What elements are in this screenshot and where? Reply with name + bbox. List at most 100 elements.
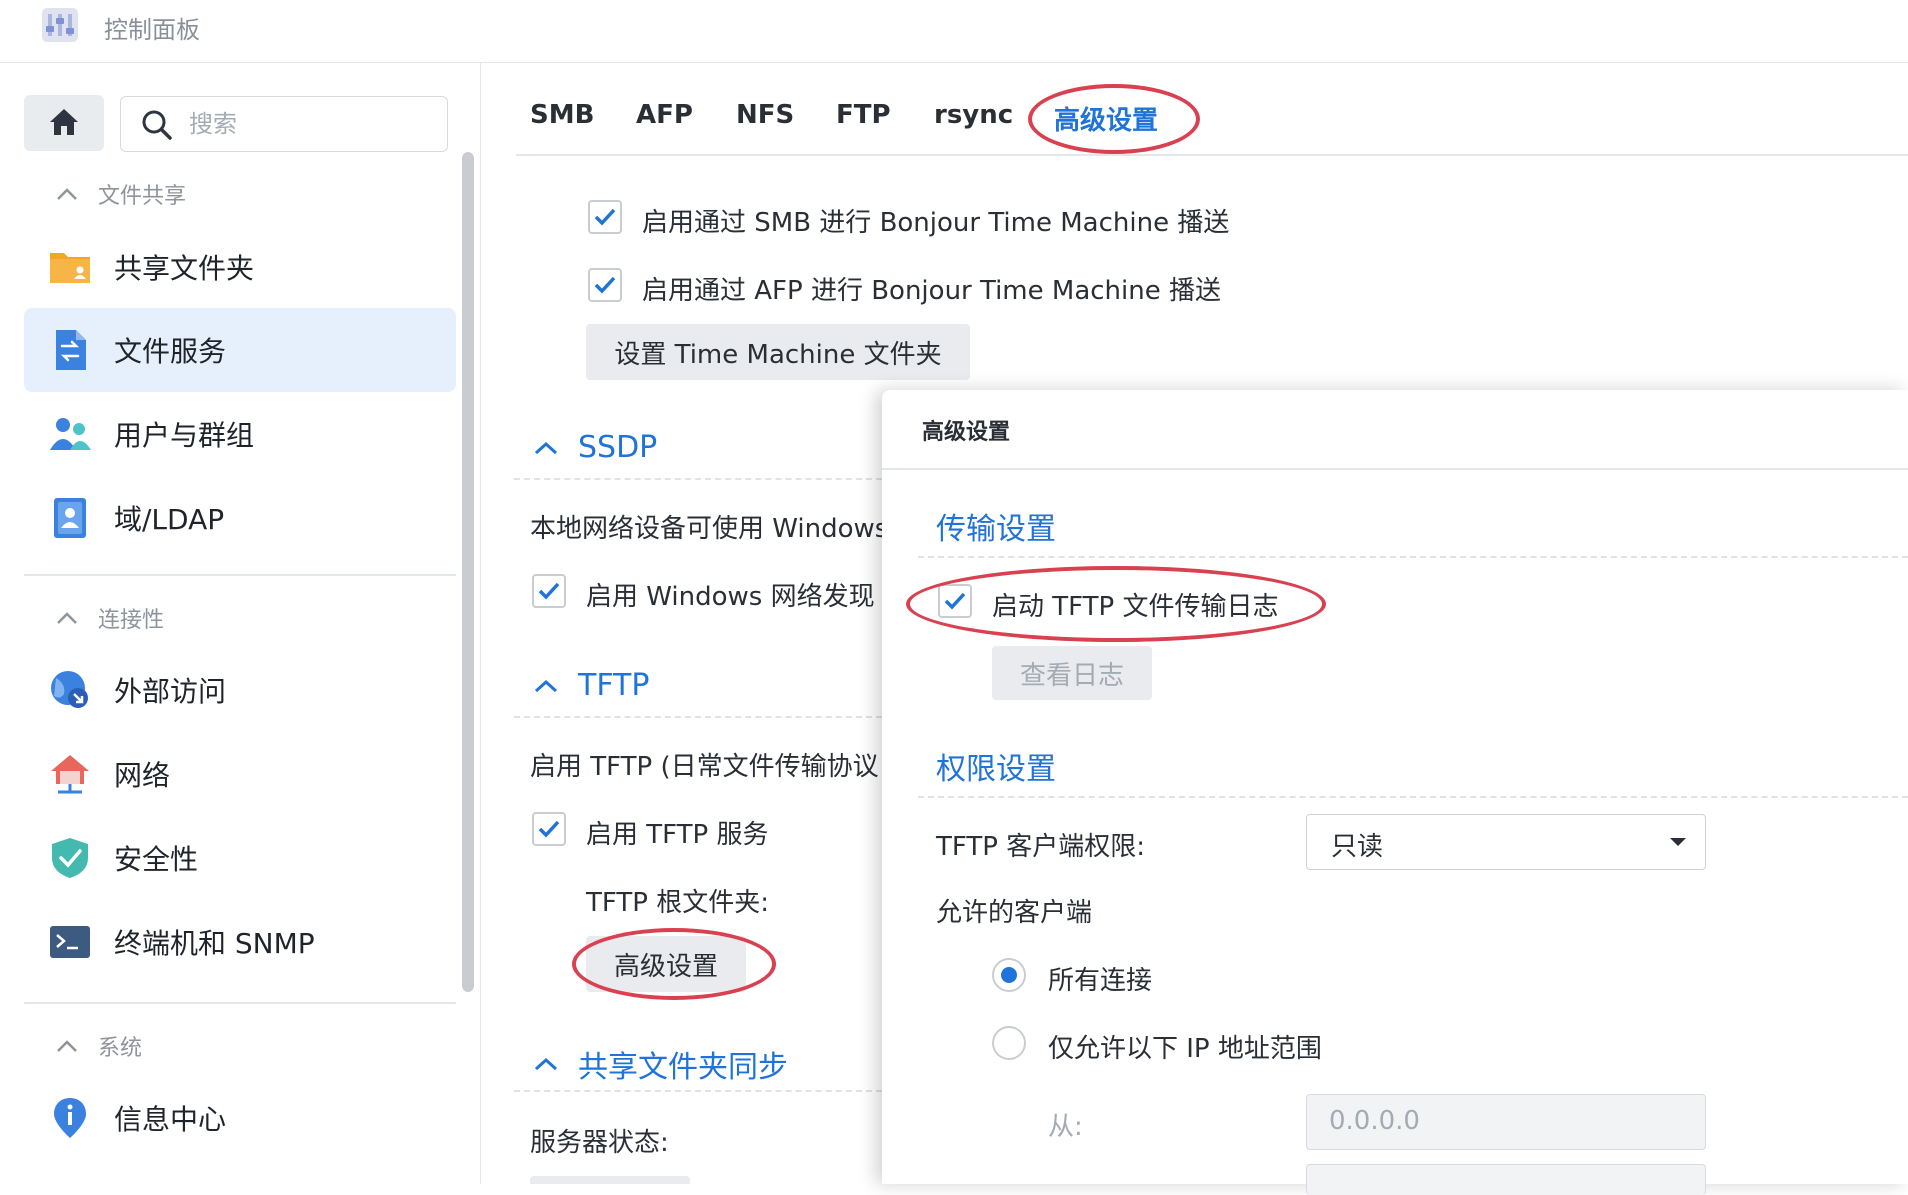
sidebar-divider <box>24 1002 456 1004</box>
server-status-label: 服务器状态: <box>530 1128 669 1158</box>
sidebar-item-security[interactable]: 安全性 <box>24 816 456 900</box>
enable-tftp-checkbox[interactable] <box>532 812 566 846</box>
chevron-up-icon <box>57 1040 77 1052</box>
sidebar-item-label: 用户与群组 <box>114 419 255 452</box>
control-panel-icon <box>42 8 78 42</box>
sidebar-item-users-groups[interactable]: 用户与群组 <box>24 392 456 476</box>
section-title: 共享文件夹同步 <box>578 1050 788 1085</box>
section-system[interactable]: 系统 <box>56 1030 142 1062</box>
tab-bar-border <box>516 154 1908 156</box>
folder-icon <box>50 253 90 283</box>
title-bar: 控制面板 <box>0 0 1908 63</box>
section-title: 系统 <box>98 1036 143 1061</box>
tm-afp-label: 启用通过 AFP 进行 Bonjour Time Machine 播送 <box>642 276 1221 306</box>
info-icon <box>54 1098 86 1138</box>
ssdp-section-header[interactable]: SSDP <box>534 430 657 465</box>
sidebar-item-label: 网络 <box>114 759 171 792</box>
tm-smb-checkbox[interactable] <box>588 200 622 234</box>
all-connections-radio[interactable] <box>992 958 1026 992</box>
section-divider <box>918 796 1908 798</box>
globe-icon <box>51 671 88 708</box>
view-log-button[interactable]: 查看日志 <box>992 646 1152 700</box>
dropdown-arrow-icon <box>1670 838 1686 846</box>
highlight-ellipse <box>572 928 776 1000</box>
section-file-sharing[interactable]: 文件共享 <box>56 178 186 210</box>
terminal-icon <box>50 926 90 958</box>
users-icon <box>50 418 91 450</box>
sync-button-partial[interactable] <box>530 1176 690 1184</box>
sidebar-item-label: 终端机和 SNMP <box>114 927 315 960</box>
sidebar-item-terminal-snmp[interactable]: 终端机和 SNMP <box>24 900 456 984</box>
time-machine-folder-button[interactable]: 设置 Time Machine 文件夹 <box>586 324 970 380</box>
section-title: SSDP <box>578 430 658 465</box>
tm-smb-label: 启用通过 SMB 进行 Bonjour Time Machine 播送 <box>642 208 1230 238</box>
checkmark-icon <box>594 208 616 226</box>
sidebar-item-domain-ldap[interactable]: 域/LDAP <box>24 476 456 560</box>
home-icon <box>50 109 78 135</box>
tab-ftp[interactable]: FTP <box>836 100 891 130</box>
enable-tftp-label: 启用 TFTP 服务 <box>586 820 769 850</box>
chevron-up-icon <box>57 188 77 200</box>
ssdp-description: 本地网络设备可使用 Windows <box>530 514 889 544</box>
from-label: 从: <box>1048 1112 1083 1142</box>
chevron-up-icon <box>534 441 558 454</box>
chevron-up-icon <box>534 679 558 692</box>
dialog-header-divider <box>882 468 1908 470</box>
advanced-settings-dialog: 高级设置 传输设置 启动 TFTP 文件传输日志 查看日志 权限设置 TFTP … <box>882 390 1908 1195</box>
sidebar-item-file-services[interactable]: 文件服务 <box>24 308 456 392</box>
network-house-icon <box>51 755 89 794</box>
sidebar-item-label: 外部访问 <box>114 675 227 708</box>
checkmark-icon <box>594 276 616 294</box>
ip-from-input[interactable]: 0.0.0.0 <box>1306 1094 1706 1150</box>
section-divider <box>918 556 1908 558</box>
tab-rsync[interactable]: rsync <box>934 100 1013 130</box>
section-divider <box>514 1090 882 1092</box>
windows-discovery-checkbox[interactable] <box>532 574 566 608</box>
tftp-description: 启用 TFTP (日常文件传输协议 <box>530 752 879 782</box>
allowed-clients-label: 允许的客户端 <box>936 898 1093 928</box>
tab-smb[interactable]: SMB <box>530 100 594 130</box>
search-box[interactable] <box>120 96 448 152</box>
tab-nfs[interactable]: NFS <box>736 100 794 130</box>
directory-icon <box>54 498 86 538</box>
sidebar-item-label: 共享文件夹 <box>114 252 255 285</box>
select-value: 只读 <box>1331 832 1384 862</box>
sidebar-item-label: 文件服务 <box>114 335 227 368</box>
ip-from-value: 0.0.0.0 <box>1329 1106 1420 1136</box>
ip-range-label: 仅允许以下 IP 地址范围 <box>1048 1034 1322 1064</box>
shield-icon <box>52 838 88 878</box>
checkmark-icon <box>538 820 560 838</box>
all-connections-label: 所有连接 <box>1048 966 1153 996</box>
sidebar-item-label: 安全性 <box>114 843 199 876</box>
section-connectivity[interactable]: 连接性 <box>56 602 164 634</box>
client-permission-select[interactable]: 只读 <box>1306 814 1706 870</box>
sidebar-scrollbar[interactable] <box>462 152 474 992</box>
tftp-section-header[interactable]: TFTP <box>534 668 649 703</box>
sidebar-item-label: 域/LDAP <box>114 503 225 536</box>
sidebar-divider <box>24 574 456 576</box>
file-services-icon <box>56 330 86 370</box>
transfer-settings-title: 传输设置 <box>936 512 1056 547</box>
permission-settings-title: 权限设置 <box>936 752 1056 787</box>
search-input[interactable] <box>187 105 431 143</box>
section-title: 文件共享 <box>98 184 187 209</box>
search-icon <box>142 110 172 140</box>
sidebar-item-info-center[interactable]: 信息中心 <box>24 1076 456 1160</box>
tm-afp-checkbox[interactable] <box>588 268 622 302</box>
sidebar-item-network[interactable]: 网络 <box>24 732 456 816</box>
sidebar-item-label: 信息中心 <box>114 1103 227 1136</box>
sidebar-item-external-access[interactable]: 外部访问 <box>24 648 456 732</box>
dialog-title: 高级设置 <box>922 420 1011 445</box>
section-divider <box>514 478 882 480</box>
chevron-up-icon <box>534 1057 558 1071</box>
client-permission-label: TFTP 客户端权限: <box>936 832 1145 862</box>
home-button[interactable] <box>24 95 104 151</box>
sync-section-header[interactable]: 共享文件夹同步 <box>534 1042 788 1086</box>
ip-range-radio[interactable] <box>992 1026 1026 1060</box>
window-title: 控制面板 <box>104 16 200 44</box>
ip-to-input[interactable] <box>1306 1164 1706 1195</box>
tab-afp[interactable]: AFP <box>636 100 693 130</box>
sidebar-item-shared-folder[interactable]: 共享文件夹 <box>24 225 456 309</box>
windows-discovery-label: 启用 Windows 网络发现 <box>586 582 875 612</box>
chevron-up-icon <box>57 612 77 624</box>
